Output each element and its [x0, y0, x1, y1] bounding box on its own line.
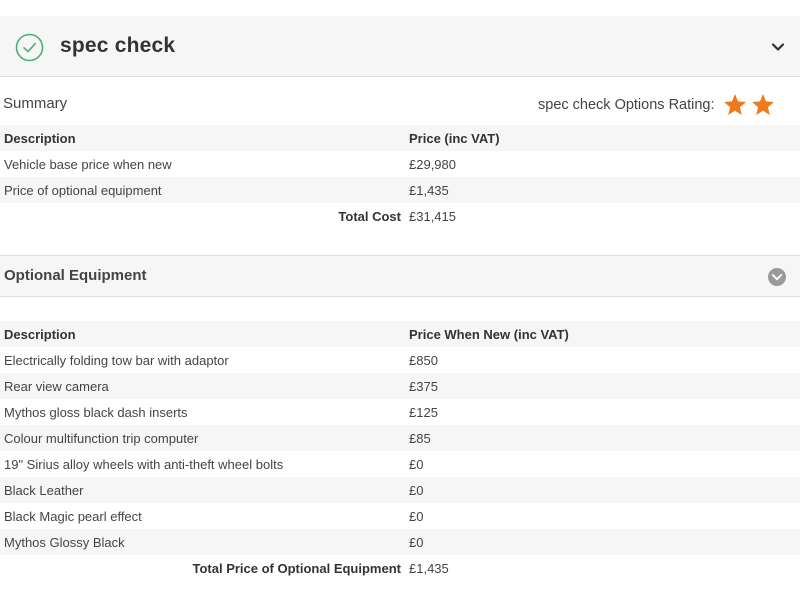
- row-price: £0: [405, 529, 800, 555]
- table-row: Rear view camera £375: [0, 373, 800, 399]
- row-description: Price of optional equipment: [0, 177, 405, 203]
- table-row: Electrically folding tow bar with adapto…: [0, 347, 800, 373]
- row-description: Vehicle base price when new: [4, 156, 172, 172]
- row-description: 19" Sirius alloy wheels with anti-theft …: [4, 456, 284, 472]
- total-optional-value: £1,435: [409, 560, 449, 576]
- column-header-price: Price (inc VAT): [405, 125, 800, 151]
- table-row: Mythos Glossy Black £0: [0, 529, 800, 555]
- column-header-description: Description: [0, 321, 405, 347]
- table-row: Vehicle base price when new £29,980: [0, 151, 800, 177]
- row-description: Rear view camera: [0, 373, 405, 399]
- check-circle-icon: [15, 33, 44, 62]
- total-optional-label: Total Price of Optional Equipment: [192, 560, 402, 576]
- optional-equipment-title: Optional Equipment: [4, 267, 147, 284]
- table-row: Black Magic pearl effect £0: [0, 503, 800, 529]
- star-icon: [724, 94, 746, 115]
- star-icon: [752, 94, 774, 115]
- row-description: Electrically folding tow bar with adapto…: [4, 352, 229, 368]
- total-row: Total Price of Optional Equipment £1,435: [0, 555, 800, 581]
- row-price: £0: [405, 477, 800, 503]
- chevron-down-icon[interactable]: [770, 40, 786, 54]
- row-description: Colour multifunction trip computer: [0, 425, 405, 451]
- row-price: £85: [405, 425, 800, 451]
- row-description: Black Magic pearl effect: [4, 508, 142, 524]
- row-price: £125: [409, 404, 438, 420]
- options-rating-label: spec check Options Rating:: [538, 97, 715, 113]
- row-description: Black Leather: [0, 477, 405, 503]
- row-price: £1,435: [405, 177, 800, 203]
- page-title: spec check: [60, 34, 176, 57]
- column-header-price: Price When New (inc VAT): [405, 321, 800, 347]
- row-price: £0: [409, 456, 424, 472]
- table-row: Colour multifunction trip computer £85: [0, 425, 800, 451]
- row-description: Mythos Glossy Black: [0, 529, 405, 555]
- row-price: £850: [409, 352, 438, 368]
- row-description: Mythos gloss black dash inserts: [4, 404, 188, 420]
- total-cost-value: £31,415: [409, 208, 456, 224]
- table-row: Price of optional equipment £1,435: [0, 177, 800, 203]
- summary-table: Description Price (inc VAT) Vehicle base…: [0, 125, 800, 229]
- table-row: 19" Sirius alloy wheels with anti-theft …: [0, 451, 800, 477]
- table-header-row: Description Price (inc VAT): [0, 125, 800, 151]
- optional-equipment-table: Description Price When New (inc VAT) Ele…: [0, 321, 800, 581]
- total-row: Total Cost £31,415: [0, 203, 800, 229]
- chevron-down-circle-icon[interactable]: [767, 267, 787, 287]
- row-price: £375: [405, 373, 800, 399]
- row-price: £29,980: [409, 156, 456, 172]
- optional-equipment-header[interactable]: Optional Equipment: [0, 255, 800, 297]
- summary-heading: Summary: [3, 95, 68, 112]
- column-header-description: Description: [0, 125, 405, 151]
- spec-check-header[interactable]: spec check: [0, 16, 800, 77]
- row-price: £0: [409, 508, 424, 524]
- table-row: Black Leather £0: [0, 477, 800, 503]
- table-header-row: Description Price When New (inc VAT): [0, 321, 800, 347]
- table-row: Mythos gloss black dash inserts £125: [0, 399, 800, 425]
- total-cost-label: Total Cost: [338, 208, 401, 224]
